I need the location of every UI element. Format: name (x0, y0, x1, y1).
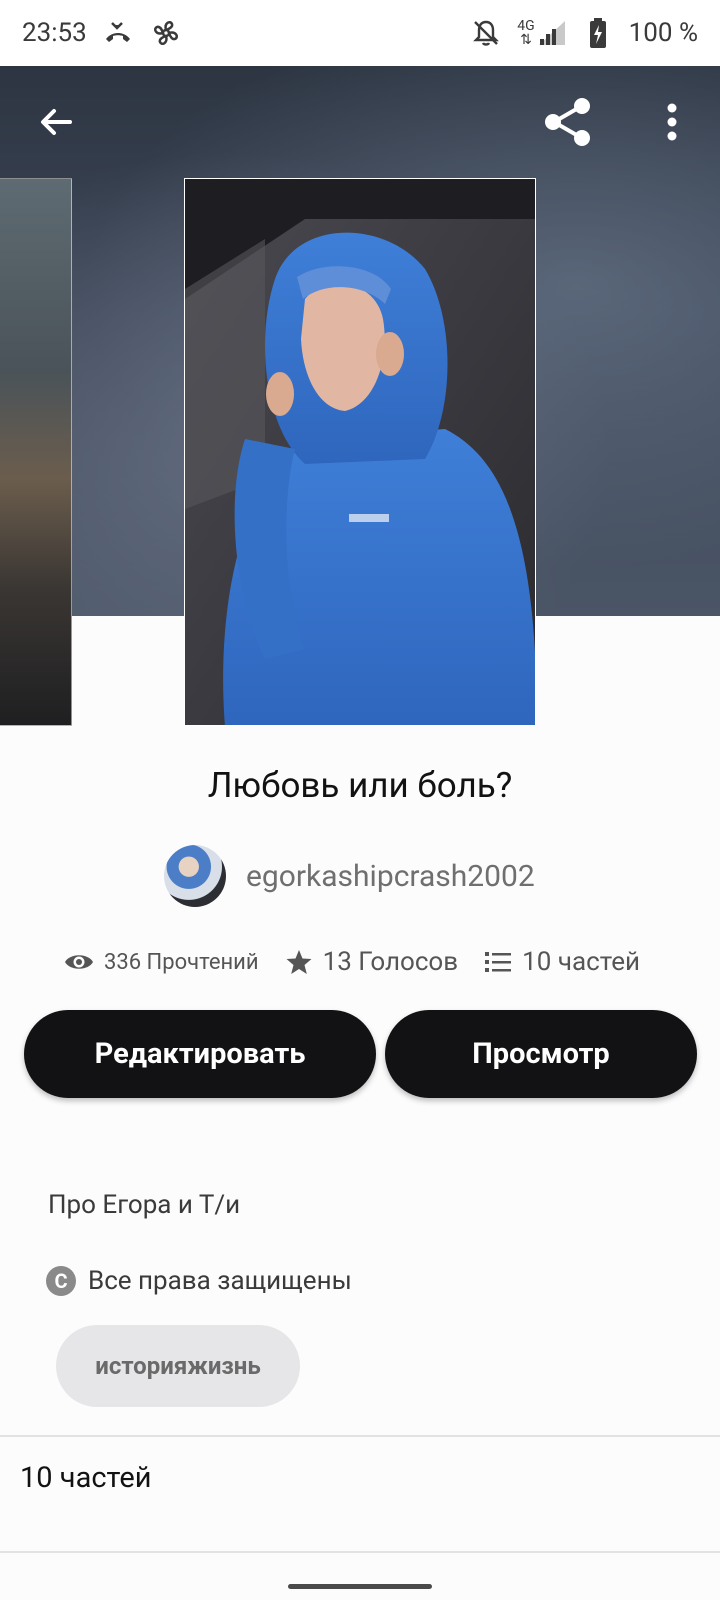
parts-count: 10 частей (522, 947, 640, 977)
share-icon (545, 98, 590, 146)
battery-percent: 100 % (628, 18, 698, 48)
back-button[interactable] (24, 90, 88, 154)
tag-chip[interactable]: историяжизнь (56, 1325, 300, 1407)
signal-icon: 4G ⇅ (517, 19, 566, 47)
copyright-text: Все права защищены (88, 1266, 352, 1296)
arrow-back-icon (41, 109, 72, 135)
reads-stat: 336 Прочтений (64, 950, 259, 975)
story-stats: 336 Прочтений 13 Голосов 10 частей (64, 942, 684, 982)
edit-button[interactable]: Редактировать (24, 1010, 376, 1098)
avatar[interactable] (164, 845, 226, 907)
votes-stat: 13 Голосов (285, 947, 459, 977)
view-button[interactable]: Просмотр (385, 1010, 697, 1098)
divider (0, 1551, 720, 1553)
story-title: Любовь или боль? (207, 765, 513, 806)
reads-count: 336 Прочтений (104, 949, 259, 975)
divider (0, 1435, 720, 1437)
story-description: Про Егора и Т/и (48, 1190, 241, 1220)
gesture-nav-handle[interactable] (288, 1584, 432, 1589)
eye-icon (65, 955, 93, 969)
status-left: 23:53 (22, 16, 183, 50)
previous-cover-image[interactable] (0, 178, 72, 726)
cover-illustration (185, 179, 535, 725)
parts-section-title[interactable]: 10 частей (20, 1461, 151, 1495)
status-right: 4G ⇅ 100 % (469, 16, 698, 50)
star-icon (286, 950, 312, 974)
battery-icon (581, 16, 615, 50)
votes-count: 13 Голосов (322, 947, 459, 977)
parts-stat: 10 частей (484, 947, 640, 977)
more-vert-icon (667, 103, 677, 141)
author-link[interactable]: egorkashipcrash2002 (164, 845, 535, 907)
author-name[interactable]: egorkashipcrash2002 (246, 859, 535, 894)
copyright-icon: C (46, 1266, 76, 1296)
list-icon (485, 952, 512, 972)
notifications-off-icon (469, 16, 503, 50)
story-cover-image (184, 178, 536, 726)
status-bar: 23:53 4G ⇅ 100 % (0, 0, 720, 66)
more-options-button[interactable] (640, 90, 704, 154)
fan-icon (149, 16, 183, 50)
missed-call-icon (101, 16, 135, 50)
copyright-row: C Все права защищены (46, 1266, 352, 1296)
share-button[interactable] (536, 90, 600, 154)
status-time: 23:53 (22, 18, 87, 48)
network-type: 4G (517, 18, 535, 34)
